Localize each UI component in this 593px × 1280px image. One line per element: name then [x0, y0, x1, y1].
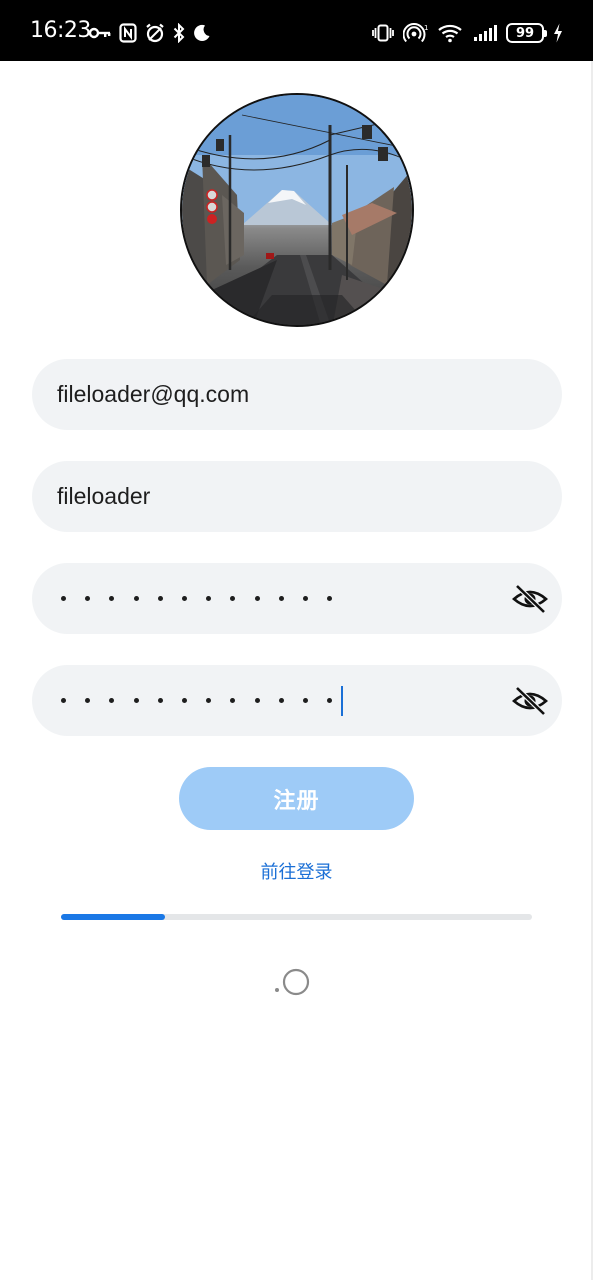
text-caret — [341, 685, 344, 716]
alarm-icon — [145, 23, 165, 43]
mask-dot — [157, 596, 163, 601]
progress-bar-fill — [61, 914, 165, 920]
svg-text:1: 1 — [424, 24, 428, 32]
loading-spinner-icon — [272, 966, 312, 1000]
mask-dot — [181, 596, 187, 601]
status-left-icons — [89, 20, 211, 46]
mask-dot — [181, 698, 187, 703]
mask-dot — [157, 698, 163, 703]
nfc-icon — [119, 23, 137, 43]
bluetooth-icon — [173, 23, 185, 43]
mask-dot — [278, 698, 284, 703]
mask-dot — [61, 596, 66, 601]
mask-dot — [278, 596, 284, 601]
mask-dot — [254, 698, 260, 703]
mask-dot — [230, 596, 236, 601]
charging-icon — [553, 23, 563, 43]
avatar[interactable] — [180, 93, 414, 327]
moon-icon — [193, 24, 211, 42]
status-time: 16:23 — [30, 18, 91, 43]
username-field[interactable]: fileloader — [32, 461, 562, 532]
go-to-login-link[interactable]: 前往登录 — [0, 858, 593, 884]
mask-dot — [327, 596, 333, 601]
mask-dot — [302, 698, 308, 703]
battery-icon: 99 — [506, 23, 547, 43]
eye-off-icon[interactable] — [512, 583, 548, 615]
mask-dot — [254, 596, 260, 601]
username-value: fileloader — [57, 483, 151, 509]
confirm-password-field[interactable] — [32, 665, 562, 736]
register-button[interactable]: 注册 — [179, 767, 414, 830]
mask-dot — [109, 596, 115, 601]
key-icon — [89, 26, 111, 40]
password-field[interactable] — [32, 563, 562, 634]
wifi-icon — [438, 23, 464, 43]
email-field[interactable]: fileloader@qq.com — [32, 359, 562, 430]
password-mask — [61, 563, 333, 634]
hotspot-icon: 1 — [403, 23, 429, 43]
mask-dot — [61, 698, 66, 703]
mask-dot — [133, 596, 139, 601]
mask-dot — [302, 596, 308, 601]
mask-dot — [206, 698, 212, 703]
mask-dot — [133, 698, 139, 703]
signal-icon — [473, 24, 497, 42]
status-bar: 16:23 1 99 — [0, 0, 593, 61]
avatar-photo — [182, 95, 412, 325]
status-right-icons: 1 99 — [372, 20, 563, 46]
email-value: fileloader@qq.com — [57, 381, 250, 407]
mask-dot — [327, 698, 333, 703]
mask-dot — [85, 596, 91, 601]
mask-dot — [206, 596, 212, 601]
mask-dot — [85, 698, 91, 703]
progress-bar — [61, 914, 532, 920]
mask-dot — [109, 698, 115, 703]
eye-off-icon[interactable] — [512, 685, 548, 717]
mask-dot — [230, 698, 236, 703]
vibrate-icon — [372, 24, 394, 42]
confirm-password-mask — [61, 665, 344, 736]
